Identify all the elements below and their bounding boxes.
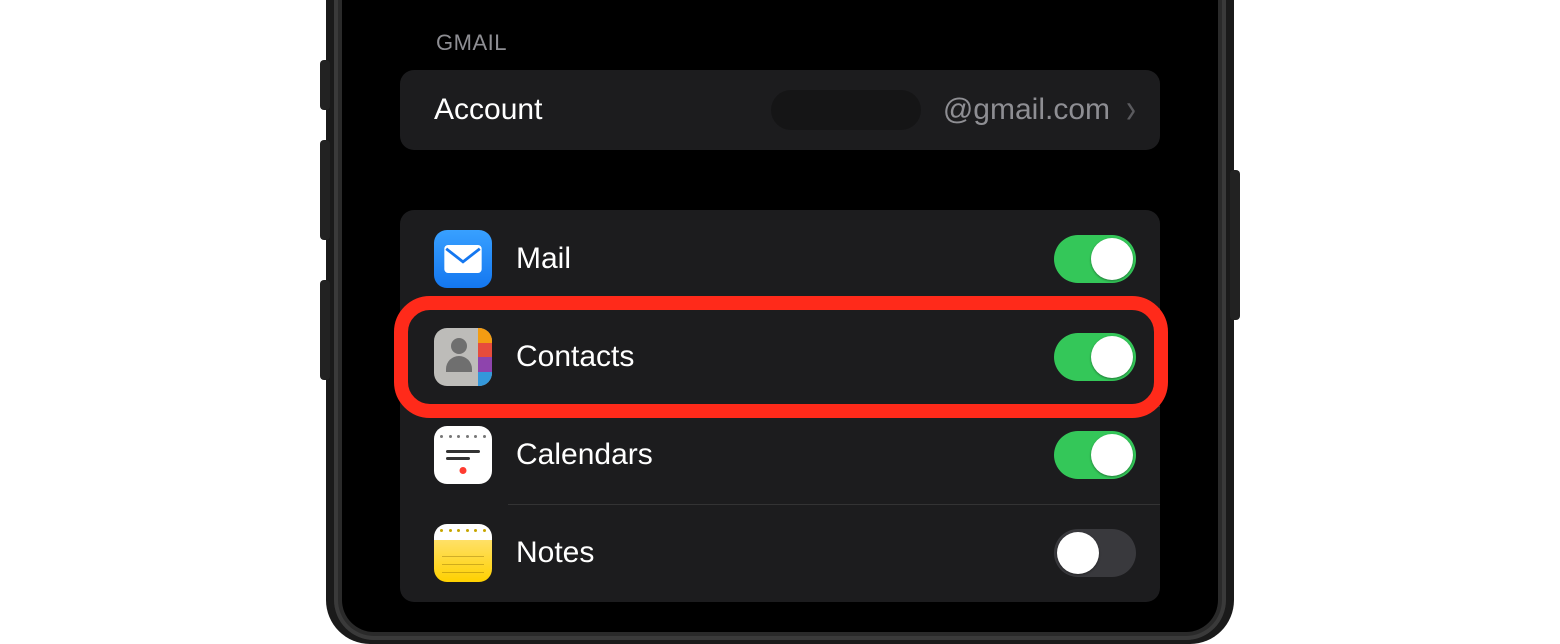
section-header-gmail: GMAIL (372, 0, 1188, 70)
service-label: Mail (516, 242, 571, 276)
chevron-right-icon: › (1126, 89, 1136, 131)
service-label: Contacts (516, 340, 634, 374)
service-label: Calendars (516, 438, 653, 472)
phone-side-button (320, 280, 330, 380)
account-value-wrap: @gmail.com › (771, 90, 1136, 130)
account-group: Account @gmail.com › (400, 70, 1160, 150)
settings-screen: GMAIL Account @gmail.com › Mail (372, 0, 1188, 630)
service-row-mail: Mail (400, 210, 1160, 308)
service-label: Notes (516, 536, 594, 570)
contacts-icon (434, 328, 492, 386)
mail-icon (434, 230, 492, 288)
contacts-toggle[interactable] (1054, 333, 1136, 381)
service-row-contacts: Contacts (400, 308, 1160, 406)
phone-side-button (320, 140, 330, 240)
account-label: Account (434, 93, 542, 127)
mail-toggle[interactable] (1054, 235, 1136, 283)
phone-side-button (320, 60, 330, 110)
service-row-calendars: Calendars (400, 406, 1160, 504)
services-group: Mail Contacts Calendars (400, 210, 1160, 602)
redacted-email-prefix (771, 90, 921, 130)
calendar-icon (434, 426, 492, 484)
notes-toggle[interactable] (1054, 529, 1136, 577)
service-row-notes: Notes (400, 504, 1160, 602)
calendars-toggle[interactable] (1054, 431, 1136, 479)
notes-icon (434, 524, 492, 582)
account-value: @gmail.com (943, 93, 1110, 127)
phone-side-button (1230, 170, 1240, 320)
account-row[interactable]: Account @gmail.com › (400, 70, 1160, 150)
